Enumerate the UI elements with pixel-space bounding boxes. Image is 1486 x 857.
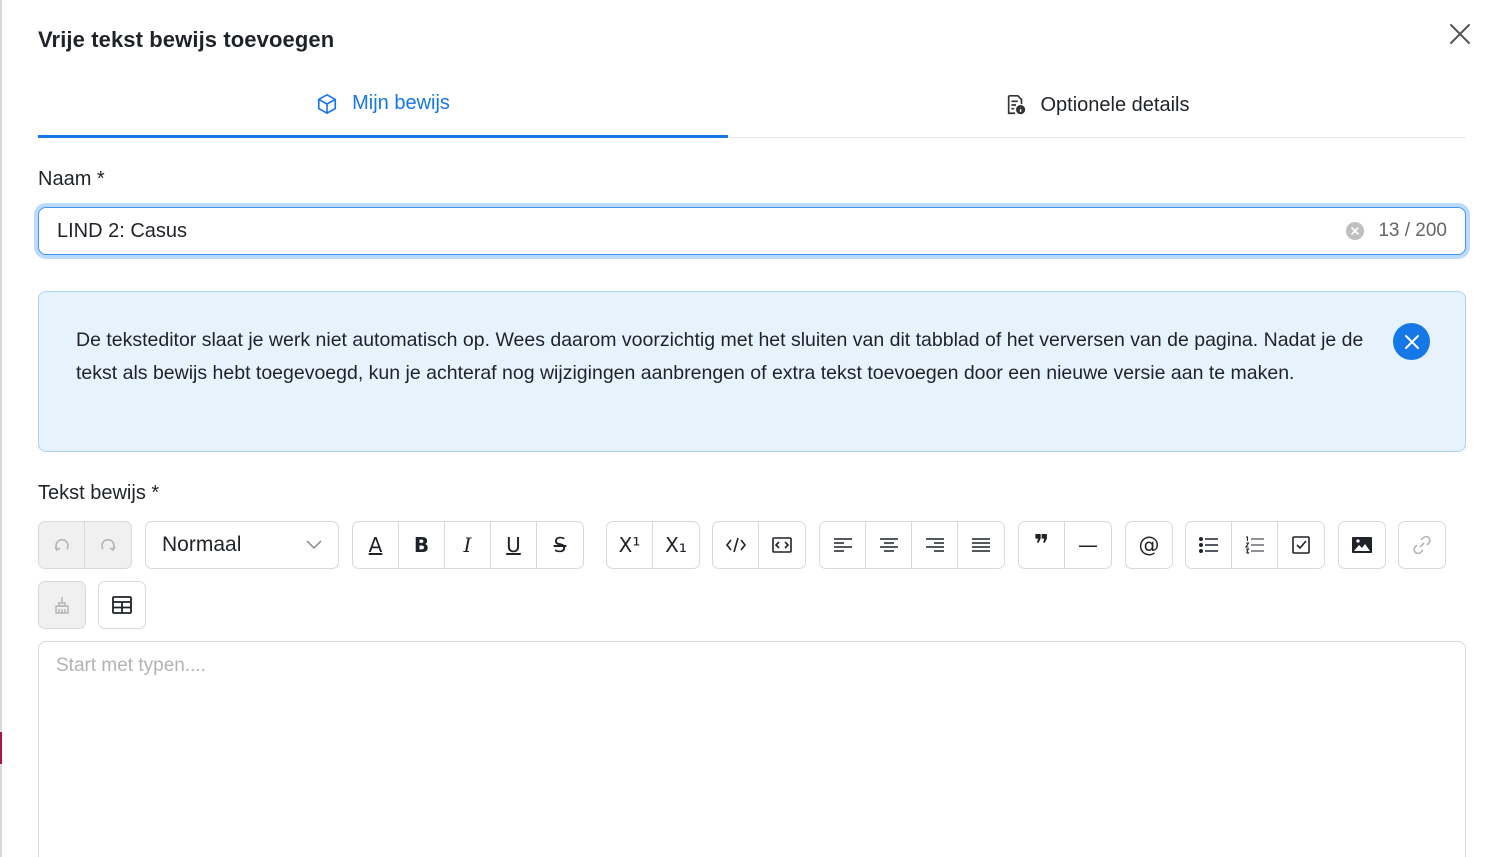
redo-icon [101,538,116,552]
table-group [98,581,146,629]
dialog-title: Vrije tekst bewijs toevoegen [38,27,335,52]
editor-placeholder: Start met typen.... [56,655,206,676]
strikethrough-icon: S [553,533,567,557]
text-style-group: A B I U S [352,521,584,569]
name-label: Naam * [38,168,105,190]
horizontal-rule-button[interactable]: — [1065,522,1111,568]
tab-optionele-details[interactable]: Optionele details [728,72,1466,138]
history-group [38,521,132,569]
align-justify-button[interactable] [958,522,1004,568]
link-icon [1413,535,1431,555]
add-evidence-dialog: Vrije tekst bewijs toevoegen Mijn bewijs… [2,0,1486,857]
at-sign-icon: @ [1138,533,1160,557]
cube-icon [316,93,338,115]
font-color-button[interactable]: A [353,522,399,568]
table-icon [112,596,132,614]
align-right-icon [925,538,944,552]
close-dialog-button[interactable] [1446,20,1474,48]
align-justify-icon [972,538,990,552]
name-field: 13 / 200 [38,207,1466,255]
list-group [1185,521,1325,569]
chevron-down-icon [306,540,322,550]
bullet-list-icon [1198,536,1218,554]
rich-text-editor[interactable]: Start met typen.... [38,641,1466,857]
mention-group: @ [1125,521,1173,569]
alert-message: De teksteditor slaat je werk niet automa… [76,329,1364,384]
clear-formatting-button[interactable] [39,582,85,628]
heading-select-value: Normaal [162,533,242,556]
horizontal-rule-icon: — [1078,533,1098,557]
numbered-list-icon [1244,536,1264,554]
script-group: X¹ X₁ [606,521,700,569]
quote-icon: ❞ [1033,530,1050,560]
underline-button[interactable]: U [491,522,537,568]
subscript-button[interactable]: X₁ [653,522,699,568]
task-list-button[interactable] [1278,522,1324,568]
bold-icon: B [413,533,430,557]
code-block-button[interactable] [759,522,805,568]
document-info-icon [1005,94,1027,116]
insert-image-button[interactable] [1339,522,1385,568]
close-icon [1450,24,1470,44]
blockquote-button[interactable]: ❞ [1019,522,1065,568]
numbered-list-button[interactable] [1232,522,1278,568]
subscript-icon: X₁ [665,533,687,557]
bold-button[interactable]: B [399,522,445,568]
align-center-icon [879,538,898,552]
checkbox-icon [1292,536,1310,554]
align-left-button[interactable] [820,522,866,568]
close-icon [1404,334,1419,349]
align-center-button[interactable] [866,522,912,568]
italic-icon: I [463,533,472,557]
alert-close-button[interactable] [1393,323,1430,360]
link-group [1398,521,1446,569]
undo-button[interactable] [39,522,85,568]
insert-link-button[interactable] [1399,522,1445,568]
autosave-warning-alert: De teksteditor slaat je werk niet automa… [38,291,1466,452]
code-block-icon [772,537,792,553]
mention-button[interactable]: @ [1126,522,1172,568]
tab-mijn-bewijs[interactable]: Mijn bewijs [38,72,728,138]
redo-button[interactable] [85,522,131,568]
undo-icon [53,538,69,552]
block-group: ❞ — [1018,521,1112,569]
italic-button[interactable]: I [445,522,491,568]
broom-icon [55,597,69,614]
alignment-group [819,521,1005,569]
font-color-icon: A [368,533,383,557]
bullet-list-button[interactable] [1186,522,1232,568]
clear-format-group [38,581,86,629]
underline-icon: U [506,533,521,557]
tab-label: Optionele details [1040,93,1190,116]
superscript-button[interactable]: X¹ [607,522,653,568]
align-left-icon [833,538,852,552]
name-input[interactable] [57,219,1347,243]
clear-input-icon[interactable] [1346,222,1365,240]
strikethrough-button[interactable]: S [537,522,583,568]
image-group [1338,521,1386,569]
text-evidence-label: Tekst bewijs * [38,482,160,504]
inline-code-button[interactable] [713,522,759,568]
align-right-button[interactable] [912,522,958,568]
code-group [712,521,806,569]
image-icon [1352,537,1372,553]
insert-table-button[interactable] [99,582,145,628]
tab-bar: Mijn bewijs Optionele details [38,72,1466,138]
tab-label: Mijn bewijs [352,92,450,114]
code-icon [725,537,746,553]
character-counter: 13 / 200 [1378,220,1447,241]
heading-select[interactable]: Normaal [145,521,339,569]
superscript-icon: X¹ [618,533,641,557]
